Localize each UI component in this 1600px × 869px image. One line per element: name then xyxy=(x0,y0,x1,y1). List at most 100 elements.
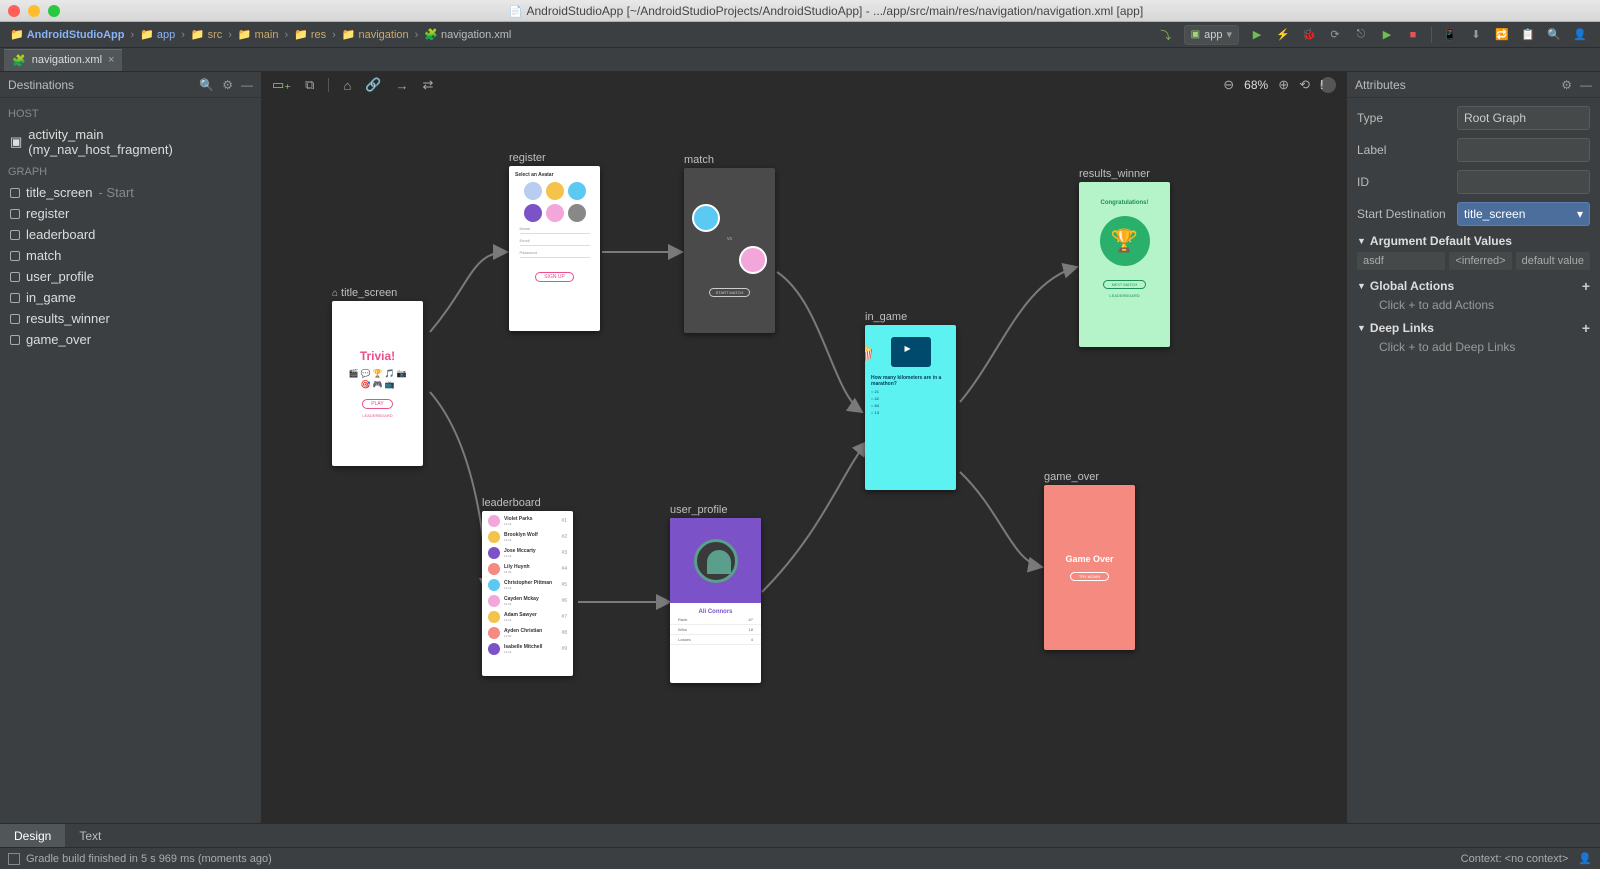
destination-item-user_profile[interactable]: user_profile xyxy=(8,266,253,287)
destination-item-results_winner[interactable]: results_winner xyxy=(8,308,253,329)
breadcrumb-item[interactable]: 📁 main xyxy=(236,28,290,41)
add-destination-icon[interactable]: ▭₊ xyxy=(272,77,291,93)
destination-item-match[interactable]: match xyxy=(8,245,253,266)
main-toolbar: 📁 AndroidStudioApp 📁 app 📁 src 📁 main 📁 … xyxy=(0,22,1600,48)
attr-label-label: Label xyxy=(1357,143,1449,157)
attr-startdest-select[interactable]: title_screen▾ xyxy=(1457,202,1590,226)
host-section-label: HOST xyxy=(8,108,253,120)
sdk-manager-icon[interactable]: ⬇ xyxy=(1468,27,1484,43)
apply-changes-icon[interactable]: ⚡ xyxy=(1275,27,1291,43)
deep-links-header[interactable]: ▼Deep Links + xyxy=(1357,320,1590,336)
destinations-title: Destinations xyxy=(8,78,191,92)
status-context[interactable]: Context: <no context> xyxy=(1461,853,1569,865)
attr-id-label: ID xyxy=(1357,175,1449,189)
zoom-fit-icon[interactable]: ⟲ xyxy=(1299,77,1310,93)
graph-section-label: GRAPH xyxy=(8,166,253,178)
gear-icon[interactable]: ⚙ xyxy=(222,78,233,92)
user-avatar-icon[interactable]: 👤 xyxy=(1572,27,1588,43)
auto-arrange-icon[interactable]: ⇄ xyxy=(423,77,434,93)
node-in-game[interactable]: in_game 🍿 How many kilometers are in a m… xyxy=(865,309,956,490)
breadcrumb: 📁 AndroidStudioApp 📁 app 📁 src 📁 main 📁 … xyxy=(8,28,1154,41)
fragment-icon xyxy=(10,335,20,345)
node-title-screen[interactable]: ⌂title_screen Trivia! 🎬💬🏆🎵📷🎯🎮📺 PLAY LEAD… xyxy=(332,285,423,466)
navigation-canvas: ▭₊ ⧉ ⌂ 🔗 → ⇄ ⊖ 68% ⊕ ⟲ ! xyxy=(262,72,1346,823)
destination-item-title_screen[interactable]: title_screen - Start xyxy=(8,182,253,203)
gear-icon[interactable]: ⚙ xyxy=(1561,78,1572,92)
attr-id-input[interactable] xyxy=(1457,170,1590,194)
breadcrumb-item[interactable]: 🧩 navigation.xml xyxy=(422,28,513,41)
node-leaderboard[interactable]: leaderboard Violet Parks12.0k#1Brooklyn … xyxy=(482,495,573,676)
zoom-in-icon[interactable]: ⊕ xyxy=(1278,77,1289,93)
breadcrumb-item[interactable]: 📁 src xyxy=(189,28,234,41)
global-actions-header[interactable]: ▼Global Actions + xyxy=(1357,278,1590,294)
fragment-icon xyxy=(10,272,20,282)
breadcrumb-item[interactable]: 📁 navigation xyxy=(340,28,421,41)
argument-default-row[interactable]: asdf <inferred> default value xyxy=(1357,252,1590,270)
fragment-icon xyxy=(10,314,20,324)
host-item[interactable]: ▣ activity_main (my_nav_host_fragment) xyxy=(8,124,253,160)
zoom-out-icon[interactable]: ⊖ xyxy=(1223,77,1234,93)
fragment-icon xyxy=(10,293,20,303)
destination-item-register[interactable]: register xyxy=(8,203,253,224)
search-everywhere-icon[interactable]: 🔍 xyxy=(1546,27,1562,43)
destination-item-in_game[interactable]: in_game xyxy=(8,287,253,308)
fragment-icon xyxy=(10,251,20,261)
minimize-panel-icon[interactable]: — xyxy=(241,78,253,92)
tab-design[interactable]: Design xyxy=(0,824,65,847)
coverage-icon[interactable]: ▶ xyxy=(1379,27,1395,43)
node-register[interactable]: register Select an Avatar Name Email Pas… xyxy=(509,150,600,331)
add-deep-link-button[interactable]: + xyxy=(1582,320,1590,336)
link-icon[interactable]: 🔗 xyxy=(365,77,381,93)
node-game-over[interactable]: game_over Game Over TRY AGAIN xyxy=(1044,469,1135,650)
destination-item-leaderboard[interactable]: leaderboard xyxy=(8,224,253,245)
editor-mode-tabs: Design Text xyxy=(0,823,1600,847)
node-match[interactable]: match vs START MATCH xyxy=(684,152,775,333)
warnings-icon[interactable]: ! xyxy=(1320,77,1336,93)
window-title: AndroidStudioApp [~/AndroidStudioProject… xyxy=(60,4,1592,18)
destination-item-game_over[interactable]: game_over xyxy=(8,329,253,350)
attr-label-input[interactable] xyxy=(1457,138,1590,162)
argument-defaults-header[interactable]: ▼Argument Default Values xyxy=(1357,234,1590,248)
search-icon[interactable]: 🔍 xyxy=(199,78,214,92)
action-arrow-icon[interactable]: → xyxy=(396,78,409,93)
deep-links-hint: Click + to add Deep Links xyxy=(1357,340,1590,354)
layout-icon: ▣ xyxy=(10,134,22,150)
breadcrumb-item[interactable]: 📁 AndroidStudioApp xyxy=(8,28,136,41)
add-global-action-button[interactable]: + xyxy=(1582,278,1590,294)
node-results-winner[interactable]: results_winner Congratulations! 🏆 NEXT M… xyxy=(1079,166,1170,347)
attach-debugger-icon[interactable]: ⎋ xyxy=(1353,27,1369,43)
build-hammer-icon[interactable]: ⤵ xyxy=(1158,27,1174,43)
stop-icon[interactable]: ■ xyxy=(1405,27,1421,43)
nested-graph-icon[interactable]: ⧉ xyxy=(305,77,314,93)
breadcrumb-item[interactable]: 📁 res xyxy=(292,28,338,41)
window-titlebar: AndroidStudioApp [~/AndroidStudioProject… xyxy=(0,0,1600,22)
fragment-icon xyxy=(10,209,20,219)
minimize-panel-icon[interactable]: — xyxy=(1580,78,1592,92)
status-message: Gradle build finished in 5 s 969 ms (mom… xyxy=(26,853,272,865)
run-config-selector[interactable]: ▣app ▾ xyxy=(1184,25,1239,45)
attr-type-input[interactable]: Root Graph xyxy=(1457,106,1590,130)
sync-project-icon[interactable]: 🔁 xyxy=(1494,27,1510,43)
editor-tab-navigation[interactable]: 🧩 navigation.xml × xyxy=(4,49,122,71)
zoom-level[interactable]: 68% xyxy=(1244,78,1268,92)
avd-manager-icon[interactable]: 📱 xyxy=(1442,27,1458,43)
file-icon xyxy=(509,4,523,18)
fragment-icon xyxy=(10,188,20,198)
project-structure-icon[interactable]: 📋 xyxy=(1520,27,1536,43)
close-window-button[interactable] xyxy=(8,5,20,17)
attributes-panel: Attributes ⚙ — Type Root Graph Label ID … xyxy=(1346,72,1600,823)
zoom-window-button[interactable] xyxy=(48,5,60,17)
tab-text[interactable]: Text xyxy=(65,824,115,847)
breadcrumb-item[interactable]: 📁 app xyxy=(138,28,187,41)
minimize-window-button[interactable] xyxy=(28,5,40,17)
close-tab-icon[interactable]: × xyxy=(108,54,114,66)
hector-icon[interactable]: 👤 xyxy=(1578,852,1592,865)
editor-tabs: 🧩 navigation.xml × xyxy=(0,48,1600,72)
home-icon[interactable]: ⌂ xyxy=(343,78,351,93)
status-icon[interactable] xyxy=(8,853,20,865)
status-bar: Gradle build finished in 5 s 969 ms (mom… xyxy=(0,847,1600,869)
profiler-icon[interactable]: ⟳ xyxy=(1327,27,1343,43)
run-icon[interactable]: ▶ xyxy=(1249,27,1265,43)
debug-icon[interactable]: 🐞 xyxy=(1301,27,1317,43)
node-user-profile[interactable]: user_profile Ali Connors Rank#7Wins18Los… xyxy=(670,502,761,683)
